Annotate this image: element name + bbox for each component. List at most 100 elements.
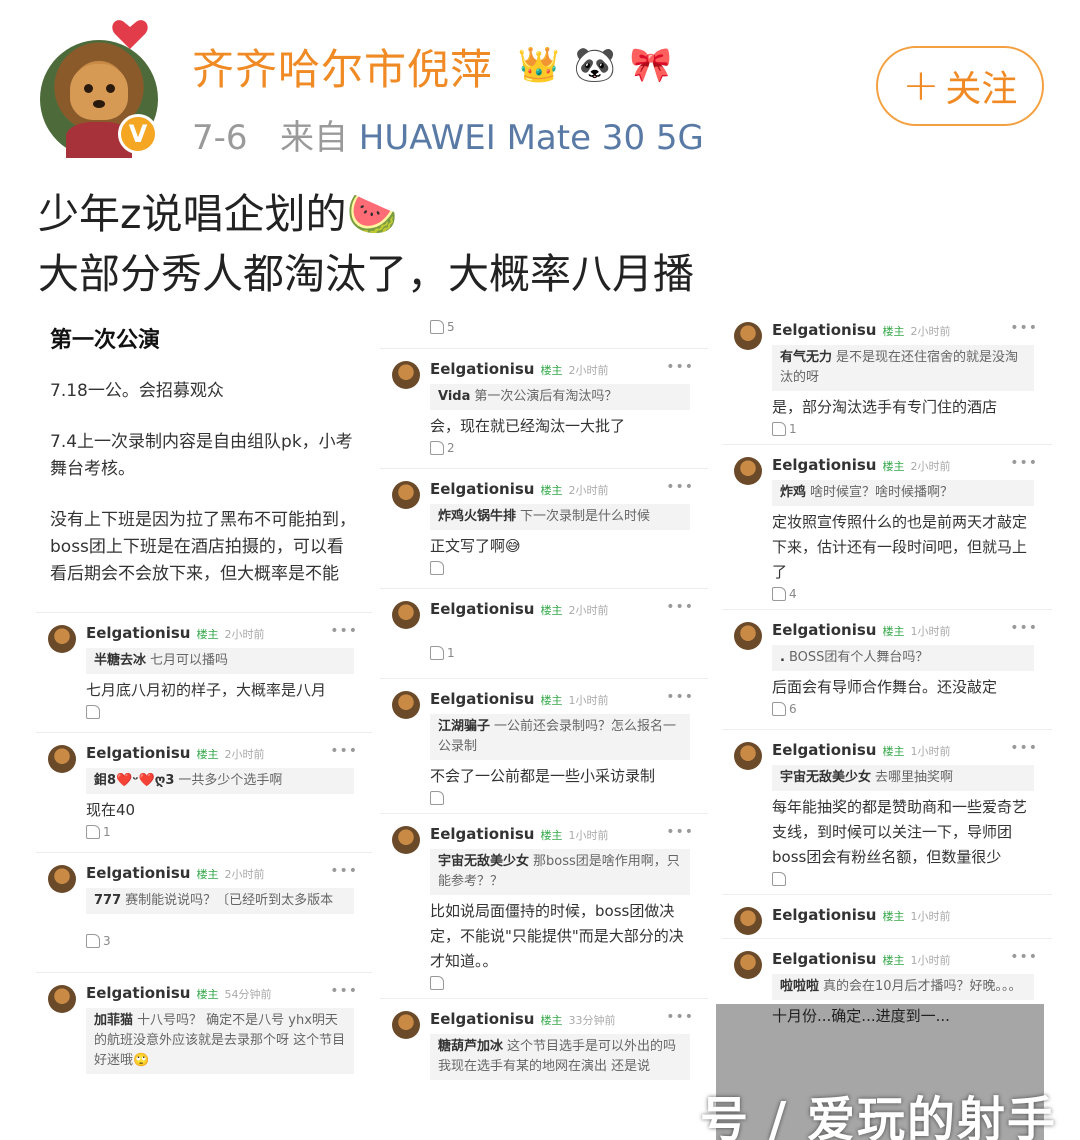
like-button[interactable] (430, 791, 708, 805)
like-button[interactable]: 4 (772, 587, 1052, 601)
more-icon[interactable]: ••• (1010, 455, 1038, 471)
commenter-avatar (392, 481, 420, 509)
embedded-screenshot-2[interactable]: 5 Eelgationisu 楼主 2小时前 ••• Vida 第一次公演后有淘汰吗？… (380, 310, 708, 1140)
op-tag: 楼主 (540, 694, 563, 707)
post-text-line: 少年z说唱企划的🍉 (38, 190, 398, 238)
like-button[interactable]: 3 (86, 934, 372, 948)
bell-badge-icon: 🎀 (629, 45, 673, 85)
op-tag: 楼主 (196, 748, 219, 761)
commenter-avatar (392, 361, 420, 389)
like-button[interactable]: 1 (772, 422, 1052, 436)
thumb-up-icon (772, 702, 786, 716)
comment: Eelgationisu 楼主 2小时前 ••• 鉬8❤️ᵕ❤️ღ3 一共多少个选手啊… (36, 732, 372, 852)
embedded-screenshot-1[interactable]: 第一次公演 7.18一公。会招募观众 7.4上一次录制内容是自由组队pk，小考舞… (36, 310, 372, 1140)
op-tag: 楼主 (882, 460, 905, 473)
commenter-name: Eelgationisu (772, 906, 877, 924)
commenter-avatar (48, 745, 76, 773)
op-tag: 楼主 (882, 745, 905, 758)
commenter-avatar (48, 625, 76, 653)
op-tag: 楼主 (882, 910, 905, 923)
commenter-name: Eelgationisu (772, 456, 877, 474)
verified-badge: V (118, 114, 158, 154)
watermark-text: 号 / 爱玩的射手 (700, 1092, 1057, 1140)
thumb-up-icon (430, 441, 444, 455)
crown-badge-icon: 👑 (517, 45, 561, 85)
comment: Eelgationisu 楼主 1小时前 ••• 江湖骗子 一公前还会录制吗？怎么报名… (380, 678, 708, 813)
comment-time: 1小时前 (568, 694, 609, 707)
commenter-avatar (734, 457, 762, 485)
post-text-line: 大部分秀人都淘汰了，大概率八月播 (38, 250, 694, 298)
post-text: 少年z说唱企划的🍉 大部分秀人都淘汰了，大概率八月播 (38, 184, 1048, 304)
article-paragraph: 7.18一公。会招募观众 (50, 381, 224, 401)
more-icon[interactable]: ••• (666, 824, 694, 840)
commenter-avatar (392, 601, 420, 629)
thumb-up-icon (772, 872, 786, 886)
quoted-comment: . BOSS团有个人舞台吗？ (772, 645, 1034, 671)
more-icon[interactable]: ••• (666, 689, 694, 705)
comment-time: 2小时前 (568, 604, 609, 617)
like-button[interactable]: 1 (430, 646, 708, 660)
comment: Eelgationisu 楼主 2小时前 ••• 炸鸡火锅牛排 下一次录制是什么时候 … (380, 468, 708, 588)
thumb-up-icon (430, 976, 444, 990)
commenter-name: Eelgationisu (772, 621, 877, 639)
like-button[interactable]: 5 (430, 320, 708, 334)
thumb-up-icon (772, 587, 786, 601)
comment-time: 1小时前 (910, 745, 951, 758)
quoted-comment: 777 赛制能说说吗？〔已经听到太多版本 (86, 888, 354, 914)
quoted-comment: 鉬8❤️ᵕ❤️ღ3 一共多少个选手啊 (86, 768, 354, 794)
like-button[interactable] (772, 872, 1052, 886)
comment-time: 2小时前 (910, 460, 951, 473)
article-paragraph: 没有上下班是因为拉了黑布不可能拍到，boss团上下班是在酒店拍摄的，可以看看后期… (50, 510, 356, 584)
more-icon[interactable]: ••• (1010, 620, 1038, 636)
follow-button[interactable]: + 关注 (876, 46, 1044, 126)
more-icon[interactable]: ••• (666, 479, 694, 495)
comment: Eelgationisu 楼主 1小时前 (722, 894, 1052, 938)
reply-text: 现在40 (86, 801, 136, 819)
reply-text: 会，现在就已经淘汰一大批了 (430, 417, 626, 435)
comment-time: 33分钟前 (568, 1014, 616, 1027)
commenter-name: Eelgationisu (430, 1010, 535, 1028)
comment: Eelgationisu 楼主 2小时前 ••• 1 (380, 588, 708, 678)
more-icon[interactable]: ••• (1010, 740, 1038, 756)
commenter-avatar (734, 622, 762, 650)
more-icon[interactable]: ••• (330, 743, 358, 759)
comment-time: 2小时前 (224, 748, 265, 761)
quoted-comment: 啦啦啦 真的会在10月后才播吗？好晚。。。 (772, 974, 1034, 1000)
comment: Eelgationisu 楼主 2小时前 ••• 有气无力 是不是现在还住宿舍的就是没… (722, 310, 1052, 444)
commenter-avatar (48, 985, 76, 1013)
more-icon[interactable]: ••• (330, 863, 358, 879)
more-icon[interactable]: ••• (1010, 949, 1038, 965)
commenter-avatar (392, 691, 420, 719)
thumb-up-icon (86, 705, 100, 719)
more-icon[interactable]: ••• (666, 359, 694, 375)
op-tag: 楼主 (540, 364, 563, 377)
more-icon[interactable]: ••• (666, 1009, 694, 1025)
like-button[interactable] (86, 705, 372, 719)
heart-icon (112, 20, 148, 49)
username[interactable]: 齐齐哈尔市倪萍 (192, 36, 493, 97)
like-button[interactable]: 1 (86, 825, 372, 839)
like-button[interactable] (430, 976, 708, 990)
op-tag: 楼主 (196, 628, 219, 641)
more-icon[interactable]: ••• (1010, 320, 1038, 336)
device-link[interactable]: HUAWEI Mate 30 5G (359, 118, 704, 158)
commenter-name: Eelgationisu (430, 690, 535, 708)
op-tag: 楼主 (540, 1014, 563, 1027)
more-icon[interactable]: ••• (666, 599, 694, 615)
thumb-up-icon (430, 320, 444, 334)
quoted-comment: 宇宙无敌美少女 那boss团是啥作用啊，只能参考？？ (430, 849, 690, 895)
more-icon[interactable]: ••• (330, 983, 358, 999)
commenter-name: Eelgationisu (430, 600, 535, 618)
op-tag: 楼主 (882, 954, 905, 967)
comment: Eelgationisu 楼主 2小时前 ••• 炸鸡 啥时候宣？啥时候播啊？ 定妆照… (722, 444, 1052, 609)
commenter-name: Eelgationisu (86, 864, 191, 882)
like-button[interactable] (430, 561, 708, 575)
reply-text: 七月底八月初的样子，大概率是八月 (86, 681, 327, 699)
article-title: 第一次公演 (50, 328, 161, 353)
like-button[interactable]: 6 (772, 702, 1052, 716)
op-tag: 楼主 (882, 625, 905, 638)
like-button[interactable]: 2 (430, 441, 708, 455)
reply-text: 正文写了啊😅 (430, 537, 521, 555)
more-icon[interactable]: ••• (330, 623, 358, 639)
thumb-up-icon (430, 791, 444, 805)
